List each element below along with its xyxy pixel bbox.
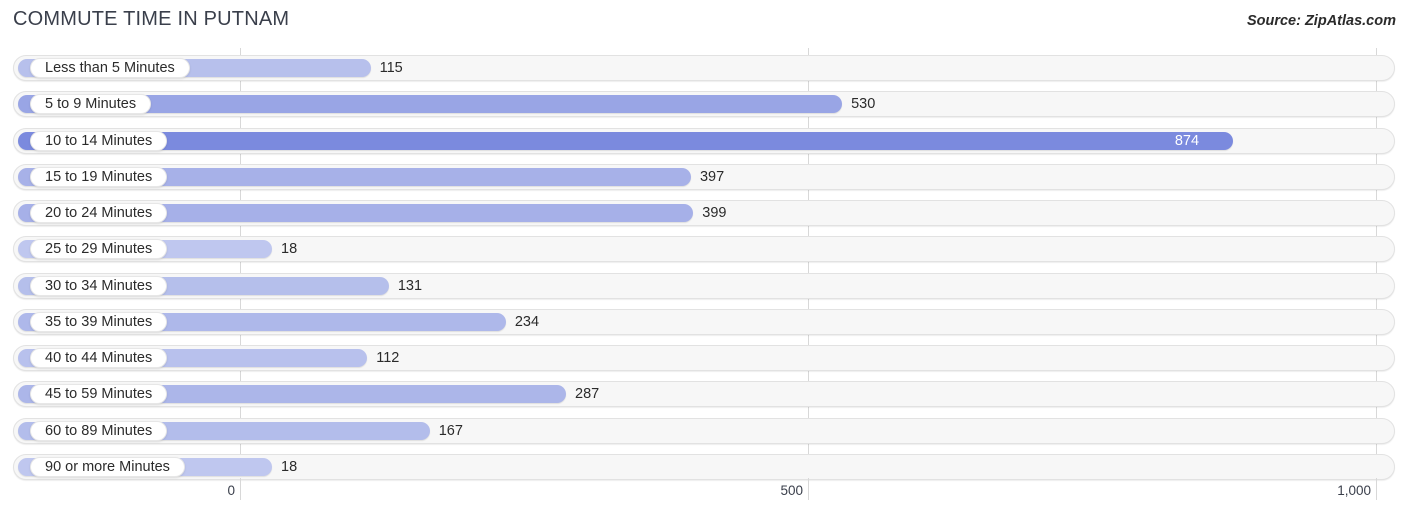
bar-value-label: 112 [376,350,400,366]
bar-value-label: 874 [1174,132,1200,149]
bar-value-label: 287 [575,386,600,403]
category-label: 5 to 9 Minutes [30,94,152,115]
axis-tick-label: 0 [227,483,235,498]
axis-tick-label: 500 [780,483,803,498]
category-label: 10 to 14 Minutes [30,130,168,151]
axis-tick-line [240,478,241,500]
category-label: 15 to 19 Minutes [30,166,168,187]
bar-value-label: 234 [514,313,540,330]
chart-container: COMMUTE TIME IN PUTNAM Source: ZipAtlas.… [0,0,1406,522]
bar-row: 35 to 39 Minutes 234 [13,308,1395,335]
bar-row: Less than 5 Minutes 115 [13,55,1395,81]
bar-value-label: 131 [397,277,423,294]
category-label: 30 to 34 Minutes [30,275,168,296]
bar-value-label: 115 [379,60,403,76]
bar-row: 40 to 44 Minutes 112 [13,345,1395,371]
bar-row: 10 to 14 Minutes 874 [13,127,1395,154]
axis-tick-line [808,478,809,500]
category-label: 40 to 44 Minutes [30,348,168,368]
bar [18,131,1233,150]
bar-value-label: 399 [702,205,727,221]
category-label: Less than 5 Minutes [30,58,190,78]
bar-row: 20 to 24 Minutes 399 [13,200,1395,226]
bar-row: 5 to 9 Minutes 530 [13,91,1395,118]
bar-value-label: 397 [699,168,725,185]
bar-row: 60 to 89 Minutes 167 [13,417,1395,444]
category-label: 35 to 39 Minutes [30,311,168,332]
category-label: 90 or more Minutes [30,456,185,477]
source-attribution: Source: ZipAtlas.com [1246,13,1396,29]
axis-tick-line [1376,478,1377,500]
bar-row: 15 to 19 Minutes 397 [13,163,1395,190]
bar-row: 30 to 34 Minutes 131 [13,272,1395,299]
bar-value-label: 18 [281,458,298,475]
category-label: 45 to 59 Minutes [30,384,168,405]
bar-row: 45 to 59 Minutes 287 [13,381,1395,408]
bar-value-label: 167 [438,422,463,439]
bar-value-label: 530 [851,96,876,113]
category-label: 60 to 89 Minutes [30,420,168,441]
page-title: COMMUTE TIME IN PUTNAM [13,8,290,30]
axis-tick-label: 1,000 [1337,483,1371,498]
x-axis: 0 500 1,000 [0,478,1406,522]
bar-row: 25 to 29 Minutes 18 [13,236,1395,263]
bar-row: 90 or more Minutes 18 [13,453,1395,480]
plot-area: Less than 5 Minutes 115 5 to 9 Minutes 530 1… [0,48,1406,484]
bar-value-label: 18 [281,241,298,258]
category-label: 25 to 29 Minutes [30,239,168,260]
category-label: 20 to 24 Minutes [30,203,168,223]
